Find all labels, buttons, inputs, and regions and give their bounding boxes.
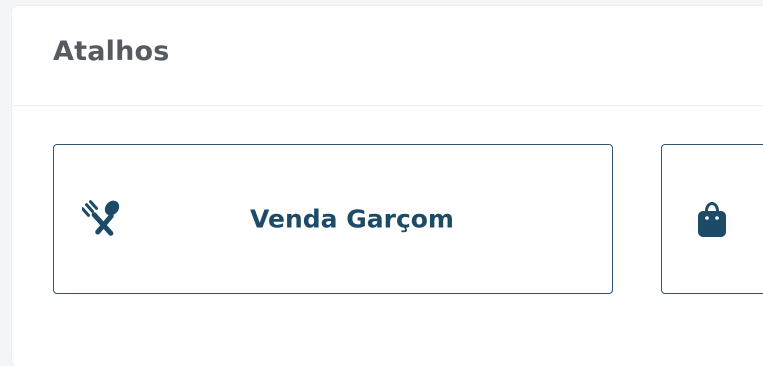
shortcut-label: Venda Garçom xyxy=(250,204,454,234)
panel-header: Atalhos xyxy=(12,6,763,106)
shopping-bag-icon xyxy=(698,202,726,237)
shortcut-bag-button[interactable] xyxy=(661,144,763,294)
panel-title: Atalhos xyxy=(53,36,170,67)
shortcut-venda-garcom-button[interactable]: Venda Garçom xyxy=(53,144,613,294)
